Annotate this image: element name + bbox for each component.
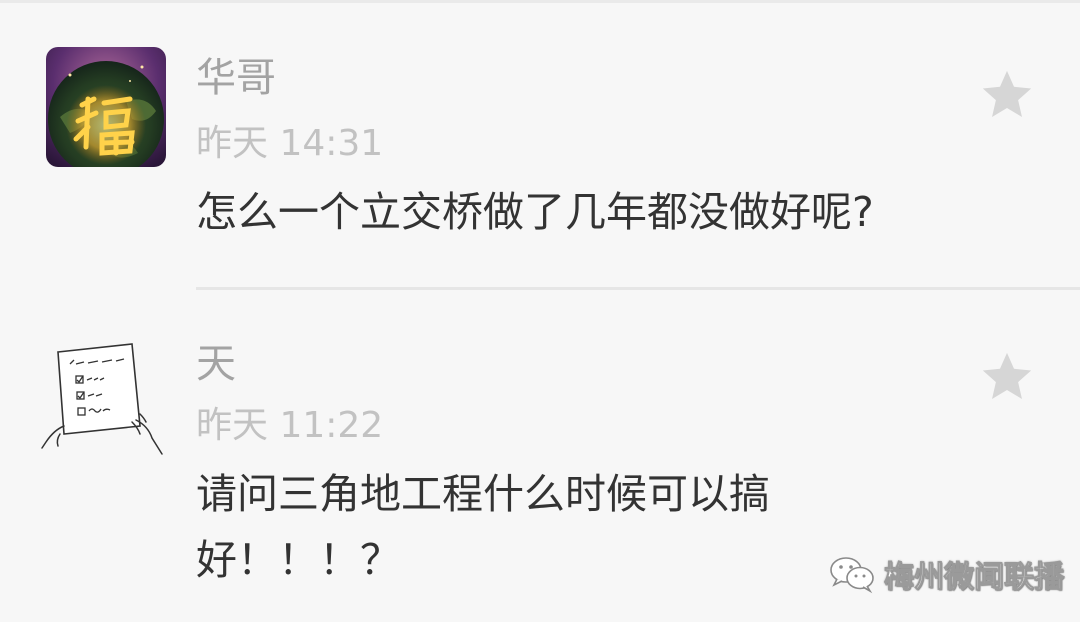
avatar[interactable] bbox=[46, 47, 166, 167]
nickname[interactable]: 华哥 bbox=[196, 58, 276, 98]
timestamp: 昨天 14:31 bbox=[196, 123, 384, 164]
comment-text-line: 请问三角地工程什么时候可以搞 bbox=[196, 470, 770, 518]
comment-text: 怎么一个立交桥做了几年都没做好呢? bbox=[196, 188, 874, 236]
sketch-checklist-avatar-icon bbox=[40, 330, 170, 460]
comment-text: 请问三角地工程什么时候可以搞 好！！！？ bbox=[196, 462, 896, 592]
watermark: 梅州微闻联播 bbox=[828, 552, 1065, 596]
wechat-icon bbox=[830, 557, 874, 594]
timestamp: 昨天 11:22 bbox=[196, 405, 384, 446]
comment-text-line: 好！！！？ bbox=[196, 536, 401, 584]
star-icon[interactable] bbox=[978, 348, 1036, 406]
nickname[interactable]: 天 bbox=[196, 344, 236, 384]
comment-item: 华哥 昨天 14:31 怎么一个立交桥做了几年都没做好呢? bbox=[0, 0, 1080, 288]
watermark-label: 梅州微闻联播 bbox=[884, 560, 1065, 596]
fu-character-avatar-icon bbox=[46, 47, 166, 167]
star-icon[interactable] bbox=[978, 66, 1036, 124]
avatar[interactable] bbox=[40, 330, 170, 460]
